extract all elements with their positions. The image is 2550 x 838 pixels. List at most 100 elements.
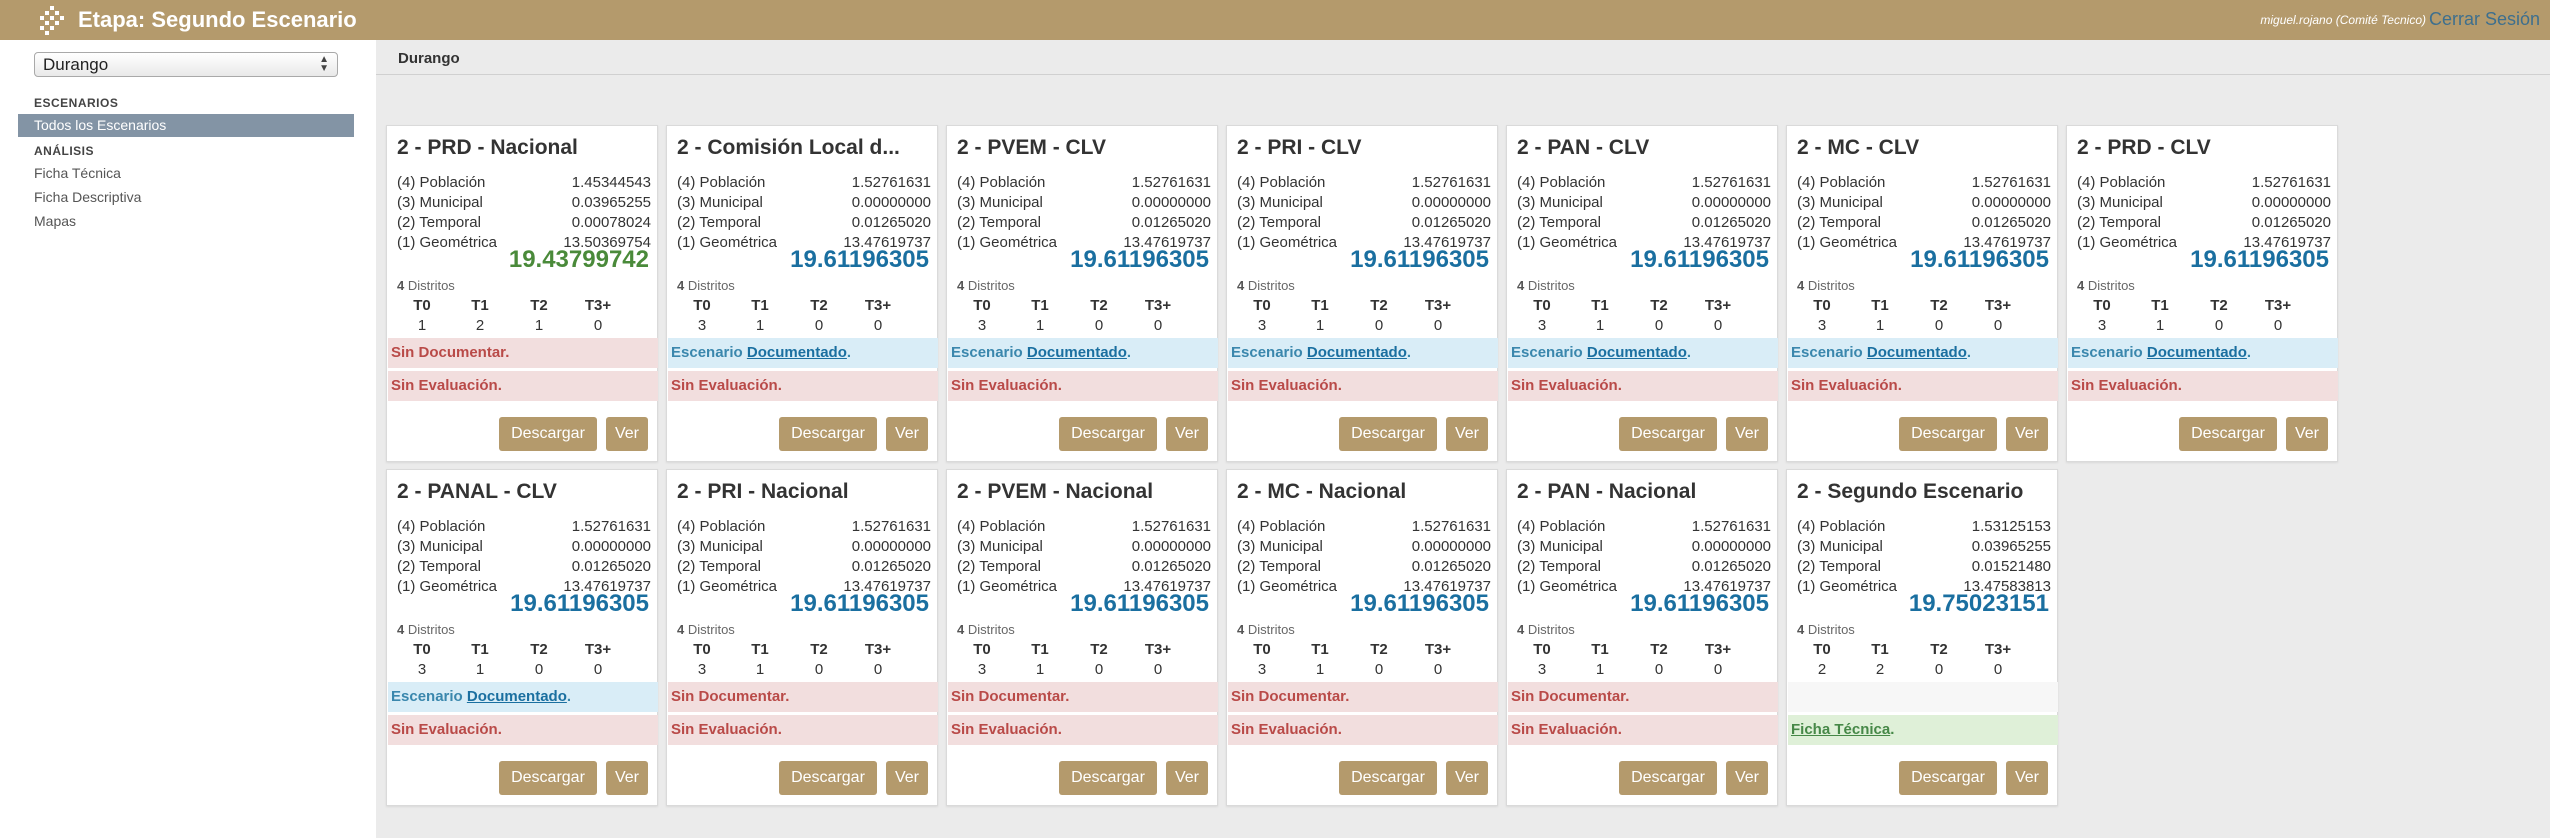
scenario-card: 2 - PVEM - CLV (4) Población 1.52761631 (3)… [946,125,1218,462]
scenario-card: 2 - PAN - CLV (4) Población 1.52761631 (3) … [1506,125,1778,462]
metric-row-municipal: (3) Municipal 0.00000000 [1237,194,1491,214]
distritos-count: 4 Distritos [1237,622,1295,637]
metric-value: 0.03965255 [1971,538,2051,555]
metric-value: 0.01265020 [571,558,651,575]
user-info: miguel.rojano (Comité Tecnico) [2260,13,2426,27]
distritos-label: Distritos [967,622,1015,637]
descargar-button[interactable]: Descargar [499,761,597,795]
sidebar-item-todos-escenarios[interactable]: Todos los Escenarios [18,114,354,137]
status-documentado: Escenario Documentado. [388,682,658,712]
documentado-link[interactable]: Documentado [1307,344,1407,361]
scenario-card: 2 - PVEM - Nacional (4) Población 1.527616… [946,469,1218,806]
tier-header-t3: T3+ [864,641,892,658]
metric-row-poblacion: (4) Población 1.52761631 [1237,518,1491,538]
tier-value-t0: 3 [1257,661,1267,678]
metric-value: 0.00000000 [1131,194,1211,211]
descargar-button[interactable]: Descargar [1339,417,1437,451]
distritos-count: 4 Distritos [397,278,455,293]
descargar-button[interactable]: Descargar [499,417,597,451]
tier-header-t0: T0 [973,641,991,658]
metric-value: 0.00000000 [2251,194,2331,211]
descargar-button[interactable]: Descargar [1059,417,1157,451]
metric-label: (1) Geométrica [2077,234,2178,251]
descargar-button[interactable]: Descargar [2179,417,2277,451]
distritos-count: 4 Distritos [2077,278,2135,293]
sidebar-item-ficha-tecnica[interactable]: Ficha Técnica [34,165,121,181]
descargar-button[interactable]: Descargar [1619,761,1717,795]
status-documentado: Escenario Documentado. [1788,338,2058,368]
descargar-button[interactable]: Descargar [779,761,877,795]
documentado-link[interactable]: Documentado [1027,344,1127,361]
metric-row-poblacion: (4) Población 1.52761631 [1517,174,1771,194]
tier-header-t0: T0 [1813,297,1831,314]
metric-value: 0.01265020 [2251,214,2331,231]
distritos-label: Distritos [1247,278,1295,293]
metric-label: (2) Temporal [397,558,481,575]
tier-header-t2: T2 [1650,641,1668,658]
metric-row-temporal: (2) Temporal 0.01265020 [1237,558,1491,578]
status-sin-evaluacion: Sin Evaluación. [388,371,658,401]
descargar-button[interactable]: Descargar [1899,761,1997,795]
ver-button[interactable]: Ver [1166,761,1208,795]
metric-value: 0.00000000 [1691,538,1771,555]
descargar-button[interactable]: Descargar [779,417,877,451]
main-content: Durango 2 - PRD - Nacional (4) Población 1… [376,40,2550,838]
descargar-button[interactable]: Descargar [1619,417,1717,451]
ver-button[interactable]: Ver [606,417,648,451]
tier-header-t1: T1 [751,297,769,314]
ver-button[interactable]: Ver [2286,417,2328,451]
state-select[interactable]: Durango ▲ ▼ [34,52,338,77]
metric-label: (2) Temporal [1237,214,1321,231]
metric-label: (4) Población [957,174,1046,191]
ver-button[interactable]: Ver [1726,417,1768,451]
descargar-button[interactable]: Descargar [1339,761,1437,795]
distritos-number: 4 [1797,622,1805,637]
metric-label: (4) Población [397,518,486,535]
sidebar-item-ficha-descriptiva[interactable]: Ficha Descriptiva [34,189,141,205]
status-documentado: Escenario Documentado. [2068,338,2338,368]
descargar-button[interactable]: Descargar [1059,761,1157,795]
documentado-link[interactable]: Documentado [1867,344,1967,361]
distritos-label: Distritos [407,622,455,637]
metric-row-municipal: (3) Municipal 0.03965255 [397,194,651,214]
tier-header-t3: T3+ [1424,641,1452,658]
tier-value-t3: 0 [873,317,883,334]
ver-button[interactable]: Ver [886,417,928,451]
tier-header-t2: T2 [530,297,548,314]
ver-button[interactable]: Ver [2006,417,2048,451]
documentado-link[interactable]: Documentado [1587,344,1687,361]
tier-header-t1: T1 [1871,297,1889,314]
ver-button[interactable]: Ver [1726,761,1768,795]
ver-button[interactable]: Ver [606,761,648,795]
tier-value-t3: 0 [1153,317,1163,334]
logout-link[interactable]: Cerrar Sesión [2429,9,2540,30]
documentado-link[interactable]: Documentado [2147,344,2247,361]
metric-label: (3) Municipal [957,194,1043,211]
documentado-link[interactable]: Documentado [747,344,847,361]
metric-label: (4) Población [957,518,1046,535]
distritos-label: Distritos [407,278,455,293]
metric-label: (3) Municipal [1517,194,1603,211]
card-title: 2 - MC - CLV [1797,136,1920,159]
ver-button[interactable]: Ver [1166,417,1208,451]
metric-label: (4) Población [1517,518,1606,535]
tier-header-t2: T2 [1930,641,1948,658]
ver-button[interactable]: Ver [2006,761,2048,795]
sidebar-item-mapas[interactable]: Mapas [34,213,76,229]
distritos-label: Distritos [967,278,1015,293]
tier-value-t3: 0 [1433,661,1443,678]
documentado-link[interactable]: Documentado [467,688,567,705]
ver-button[interactable]: Ver [886,761,928,795]
ver-button[interactable]: Ver [1446,761,1488,795]
descargar-button[interactable]: Descargar [1899,417,1997,451]
tier-value-t3: 0 [2273,317,2283,334]
tier-value-t2: 0 [1374,317,1384,334]
tier-value-t3: 0 [593,317,603,334]
metric-value: 0.01265020 [1971,214,2051,231]
status-prefix: Escenario [951,344,1027,361]
card-title: 2 - PAN - Nacional [1517,480,1697,503]
tier-value-t2: 0 [534,661,544,678]
tier-value-t3: 0 [1433,317,1443,334]
ver-button[interactable]: Ver [1446,417,1488,451]
ficha-tecnica-link[interactable]: Ficha Técnica [1791,721,1890,738]
